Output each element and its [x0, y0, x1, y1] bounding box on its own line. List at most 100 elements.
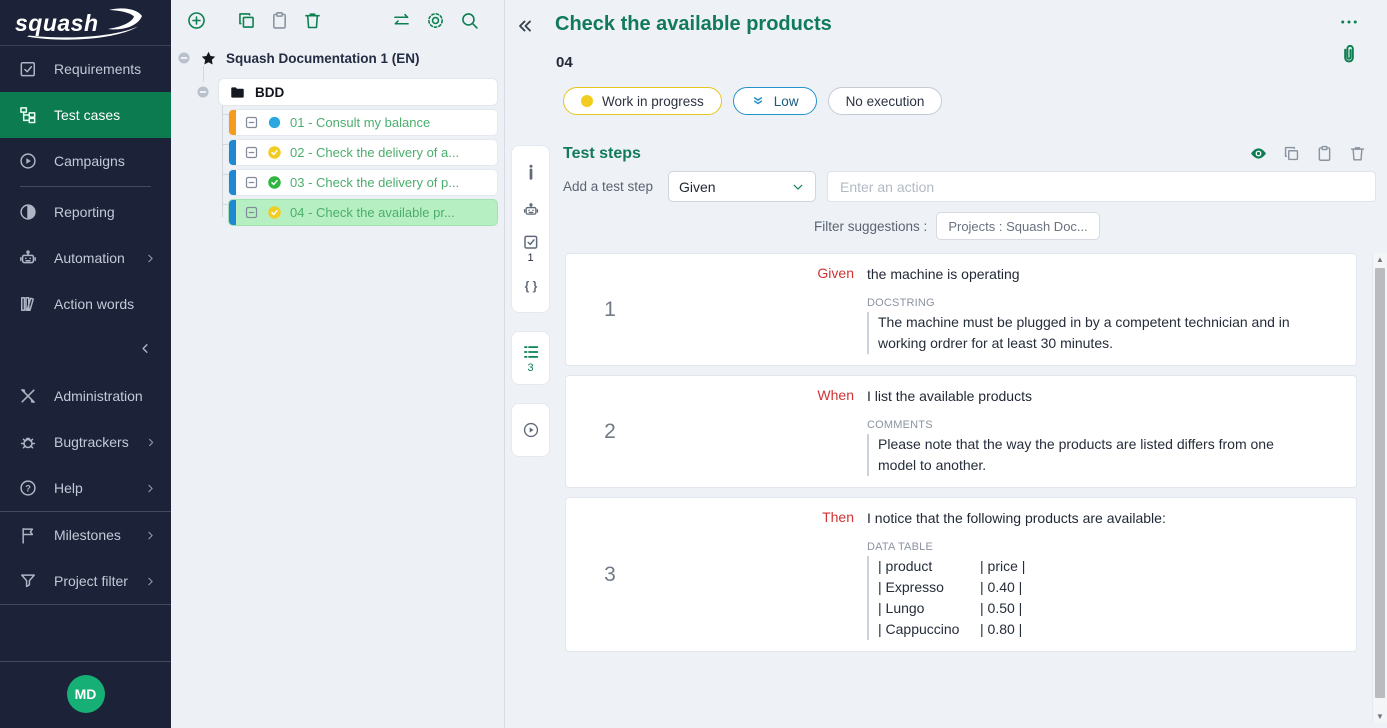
steps-list: 1Giventhe machine is operatingDOCSTRINGT… — [565, 253, 1357, 661]
paste-steps-icon[interactable] — [1315, 144, 1334, 163]
test-case-label: 04 - Check the available pr... — [290, 205, 455, 220]
badge-label: No execution — [846, 94, 925, 109]
sidebar: squash Requirements Test cases Campaigns Re… — [0, 0, 171, 728]
new-item-button[interactable] — [186, 10, 207, 31]
delete-steps-icon[interactable] — [1348, 144, 1367, 163]
vertical-scrollbar[interactable]: ▲ ▼ — [1372, 253, 1387, 723]
tree-test-case-04[interactable]: 04 - Check the available pr... — [228, 199, 498, 226]
chevron-right-icon — [144, 252, 157, 265]
search-button[interactable] — [459, 10, 480, 31]
step-keyword: Then — [654, 498, 854, 651]
sidebar-item-milestones[interactable]: Milestones — [0, 512, 171, 558]
svg-text:{ }: { } — [524, 279, 537, 293]
step-section-label: COMMENTS — [867, 419, 1342, 431]
info-icon — [522, 163, 540, 181]
sidebar-item-help[interactable]: ? Help — [0, 465, 171, 511]
sidebar-item-label: Campaigns — [54, 153, 125, 169]
attachments-icon[interactable] — [1337, 40, 1361, 68]
badge-work-in-progress[interactable]: Work in progress — [563, 87, 722, 115]
sidebar-item-label: Help — [54, 480, 83, 496]
sidebar-item-label: Test cases — [54, 107, 120, 123]
sidebar-collapse-button[interactable] — [0, 331, 171, 365]
squash-app: squash Requirements Test cases Campaigns Re… — [0, 0, 1387, 728]
tree-settings-button[interactable] — [425, 10, 446, 31]
paste-button[interactable] — [269, 10, 290, 31]
sidebar-item-test-cases[interactable]: Test cases — [0, 92, 171, 138]
tree-test-case-02[interactable]: 02 - Check the delivery of a... — [228, 139, 498, 166]
sidebar-item-automation[interactable]: Automation — [0, 235, 171, 281]
more-menu-icon[interactable] — [1339, 12, 1359, 32]
tab-verified-requirements[interactable]: 1 — [522, 229, 540, 267]
tab-parameters[interactable]: { } — [522, 267, 540, 305]
format-bar — [229, 110, 236, 135]
checkbox-minus-icon[interactable] — [244, 175, 259, 190]
scrollbar-track[interactable] — [1373, 266, 1387, 710]
checkbox-icon — [522, 233, 540, 251]
sidebar-footer: MD — [0, 661, 171, 728]
scrollbar-thumb[interactable] — [1375, 268, 1385, 698]
step-section-label: DATA TABLE — [867, 541, 1342, 553]
sidebar-item-action-words[interactable]: Action words — [0, 281, 171, 327]
chevron-down-icon — [791, 180, 805, 194]
tree-project-row[interactable]: Squash Documentation 1 (EN) — [171, 44, 504, 72]
format-bar — [229, 140, 236, 165]
collapse-toggle-icon[interactable] — [196, 85, 210, 99]
svg-text:?: ? — [25, 483, 31, 493]
step-action: the machine is operating — [867, 264, 1342, 285]
scroll-up-icon[interactable]: ▲ — [1373, 253, 1387, 266]
avatar[interactable]: MD — [67, 675, 105, 713]
action-input[interactable] — [827, 171, 1376, 202]
sidebar-item-project-filter[interactable]: Project filter — [0, 558, 171, 604]
test-step-3[interactable]: 3ThenI notice that the following product… — [565, 497, 1357, 652]
logo-text: squash — [15, 10, 99, 36]
test-step-1[interactable]: 1Giventhe machine is operatingDOCSTRINGT… — [565, 253, 1357, 366]
step-section-text: The machine must be plugged in by a comp… — [867, 312, 1307, 354]
sidebar-item-label: Requirements — [54, 61, 141, 77]
requirements-count: 1 — [527, 252, 533, 264]
tree-test-case-03[interactable]: 03 - Check the delivery of p... — [228, 169, 498, 196]
play-circle-icon — [522, 421, 540, 439]
copy-steps-icon[interactable] — [1282, 144, 1301, 163]
braces-icon: { } — [522, 277, 540, 295]
checkbox-minus-icon[interactable] — [244, 145, 259, 160]
tab-test-steps[interactable]: 3 — [522, 339, 540, 377]
sidebar-item-label: Bugtrackers — [54, 434, 129, 450]
tree-items: 01 - Consult my balance 02 - Check the de… — [171, 109, 504, 226]
show-details-icon[interactable] — [1249, 144, 1268, 163]
sidebar-item-label: Project filter — [54, 573, 128, 589]
collapse-panel-icon[interactable] — [515, 16, 535, 36]
collapse-toggle-icon[interactable] — [177, 51, 191, 65]
step-section-label: DOCSTRING — [867, 297, 1342, 309]
transpose-button[interactable] — [391, 10, 412, 31]
sidebar-item-administration[interactable]: Administration — [0, 373, 171, 419]
tree-toolbar — [171, 0, 504, 40]
administration-icon — [18, 386, 38, 406]
copy-button[interactable] — [236, 10, 257, 31]
tab-automation[interactable] — [522, 191, 540, 229]
rail-group-info: 1 { } — [511, 145, 550, 313]
sidebar-item-bugtrackers[interactable]: Bugtrackers — [0, 419, 171, 465]
scroll-down-icon[interactable]: ▼ — [1373, 710, 1387, 723]
checkbox-minus-icon[interactable] — [244, 115, 259, 130]
data-table-row: | Expresso| 0.40 | — [878, 577, 1307, 598]
sidebar-item-label: Action words — [54, 296, 134, 312]
sidebar-item-campaigns[interactable]: Campaigns — [0, 138, 171, 184]
badge-label: Work in progress — [602, 94, 704, 109]
tab-executions[interactable] — [522, 411, 540, 449]
checkbox-minus-icon[interactable] — [244, 205, 259, 220]
test-step-2[interactable]: 2WhenI list the available productsCOMMEN… — [565, 375, 1357, 488]
sidebar-item-requirements[interactable]: Requirements — [0, 46, 171, 92]
test-case-label: 02 - Check the delivery of a... — [290, 145, 459, 160]
filter-projects-chip[interactable]: Projects : Squash Doc... — [936, 212, 1099, 240]
chevron-right-icon — [144, 575, 157, 588]
badge-low[interactable]: Low — [733, 87, 817, 115]
folder-item[interactable]: BDD — [218, 78, 498, 106]
sidebar-item-reporting[interactable]: Reporting — [0, 189, 171, 235]
tree-test-case-01[interactable]: 01 - Consult my balance — [228, 109, 498, 136]
tab-information[interactable] — [522, 153, 540, 191]
list-icon — [522, 343, 540, 361]
green-check-icon — [267, 175, 282, 190]
keyword-select[interactable]: Given — [668, 171, 816, 202]
delete-button[interactable] — [302, 10, 323, 31]
chevron-right-icon — [144, 529, 157, 542]
